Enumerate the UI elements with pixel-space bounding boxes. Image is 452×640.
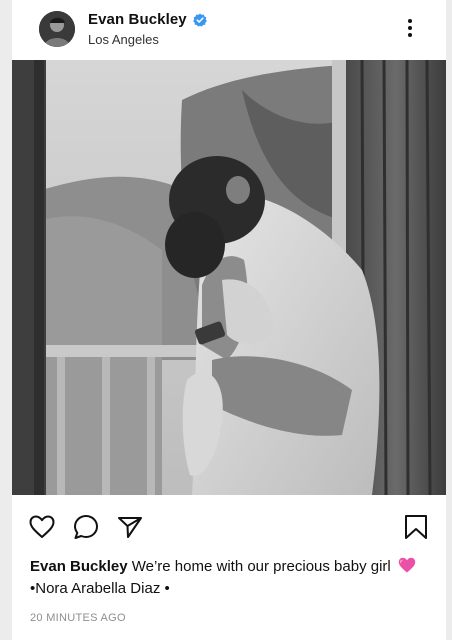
caption-username[interactable]: Evan Buckley (30, 558, 128, 575)
post-photo[interactable] (12, 60, 446, 495)
caption-text: We’re home with our precious baby girl (131, 558, 391, 575)
comment-bubble-icon[interactable] (72, 513, 100, 541)
photo-image (12, 60, 446, 495)
avatar[interactable] (39, 11, 75, 47)
more-options-icon[interactable] (402, 16, 418, 40)
bookmark-icon[interactable] (402, 513, 430, 541)
location[interactable]: Los Angeles (88, 32, 159, 47)
avatar-image (39, 11, 75, 47)
caption: Evan Buckley We’re home with our preciou… (30, 556, 430, 600)
heart-outline-icon[interactable] (28, 513, 56, 541)
verified-badge-icon (192, 13, 207, 27)
caption-name-line: •Nora Arabella Diaz • (30, 580, 170, 597)
username[interactable]: Evan Buckley (88, 11, 187, 28)
post-card: Evan Buckley Los Angeles Evan Buckley We… (12, 0, 446, 640)
pink-heart-emoji-icon (398, 557, 416, 573)
action-bar (12, 495, 446, 555)
paper-plane-icon[interactable] (116, 513, 144, 541)
timestamp: 20 MINUTES AGO (30, 612, 126, 624)
username-row: Evan Buckley (88, 11, 207, 28)
post-header: Evan Buckley Los Angeles (12, 0, 446, 60)
